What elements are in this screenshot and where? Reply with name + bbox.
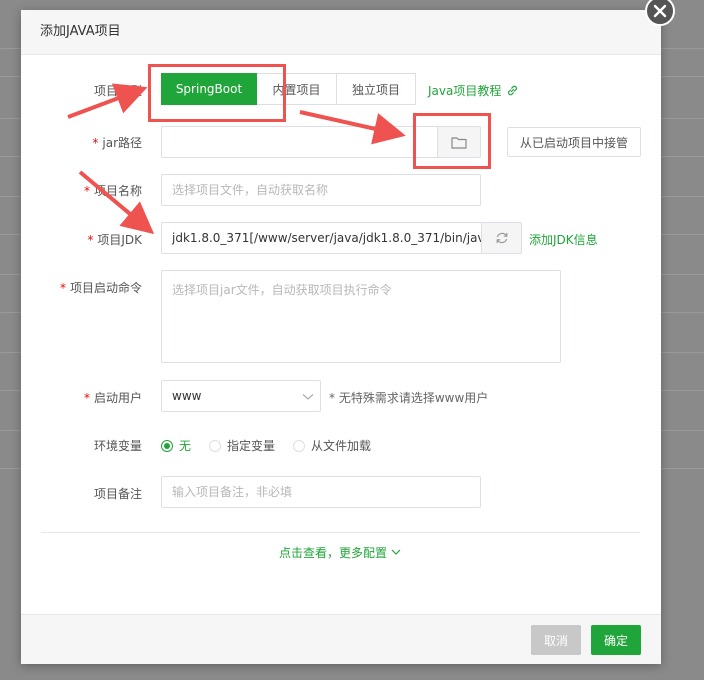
annotation-arrow [78, 170, 155, 235]
annotation-arrow [299, 110, 406, 145]
annotation-arrow [67, 83, 148, 119]
annotation-arrows [67, 83, 406, 235]
